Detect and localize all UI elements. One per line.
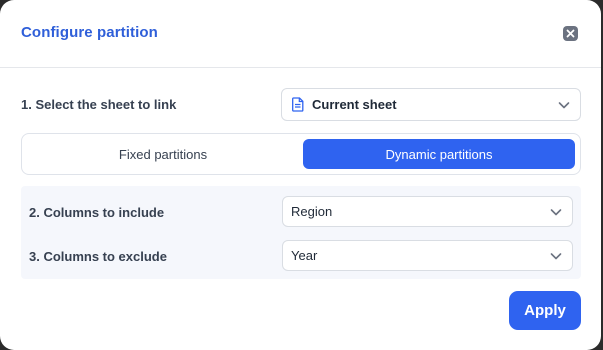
- configure-partition-dialog: Configure partition 1. Select the sheet …: [0, 0, 601, 350]
- sheet-select-value: Current sheet: [312, 97, 397, 112]
- apply-button[interactable]: Apply: [509, 291, 581, 330]
- dialog-header: Configure partition: [0, 0, 601, 68]
- columns-include-label: 2. Columns to include: [29, 205, 165, 220]
- chevron-down-icon: [558, 101, 570, 108]
- close-icon: [566, 29, 575, 38]
- document-icon: [292, 97, 304, 112]
- partition-mode-toggle: Fixed partitions Dynamic partitions: [21, 133, 581, 175]
- columns-include-value: Region: [291, 204, 333, 219]
- chevron-down-icon: [550, 208, 562, 215]
- columns-include-select[interactable]: Region: [282, 196, 573, 227]
- columns-exclude-label: 3. Columns to exclude: [29, 249, 167, 264]
- chevron-down-icon: [550, 252, 562, 259]
- dynamic-partitions-button[interactable]: Dynamic partitions: [303, 139, 575, 169]
- columns-exclude-select[interactable]: Year: [282, 240, 573, 271]
- dialog-title: Configure partition: [21, 24, 158, 41]
- select-sheet-label: 1. Select the sheet to link: [21, 97, 177, 112]
- close-button[interactable]: [563, 26, 578, 41]
- columns-exclude-value: Year: [291, 248, 318, 263]
- fixed-partitions-button[interactable]: Fixed partitions: [27, 139, 299, 169]
- sheet-select[interactable]: Current sheet: [281, 88, 581, 121]
